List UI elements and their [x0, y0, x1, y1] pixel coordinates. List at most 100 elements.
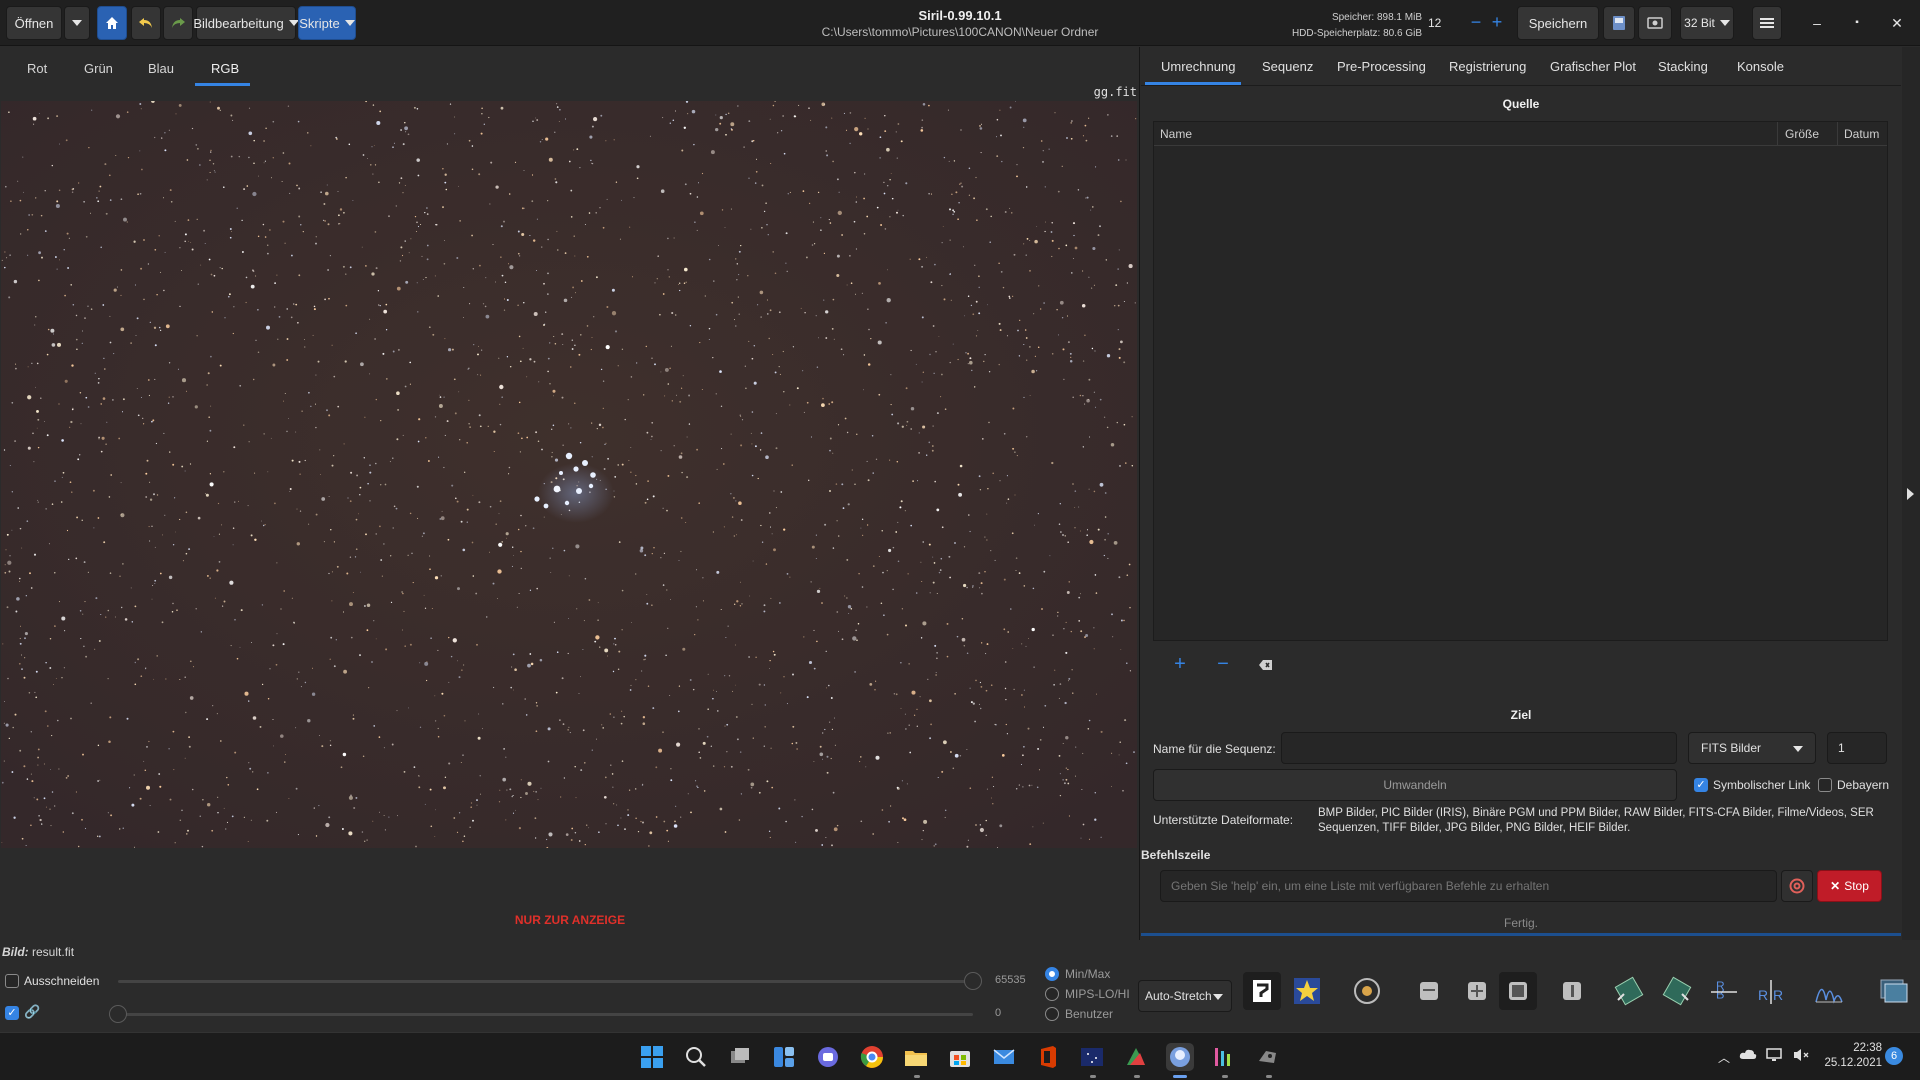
- tab-blue[interactable]: Blau: [148, 61, 174, 76]
- crop-checkbox[interactable]: [5, 974, 19, 988]
- save-as-button[interactable]: [1603, 6, 1635, 40]
- debayer-checkbox[interactable]: [1818, 778, 1832, 792]
- tab-stacking[interactable]: Stacking: [1658, 59, 1708, 74]
- onedrive-icon[interactable]: [1739, 1047, 1757, 1064]
- paint-app-icon[interactable]: [1122, 1043, 1150, 1071]
- widgets-icon[interactable]: [770, 1043, 798, 1071]
- search-icon[interactable]: [682, 1043, 710, 1071]
- chrome-icon[interactable]: [858, 1043, 886, 1071]
- open-recent-dropdown[interactable]: [64, 6, 90, 40]
- display-mode-3-icon[interactable]: [1499, 972, 1537, 1010]
- rotate-left-icon[interactable]: [1610, 972, 1648, 1010]
- image-info-icon[interactable]: [1875, 972, 1913, 1010]
- column-date[interactable]: Datum: [1844, 127, 1879, 141]
- display-mode-4-icon[interactable]: [1553, 972, 1591, 1010]
- star: [146, 745, 148, 748]
- link-checkbox[interactable]: ✓: [5, 1006, 19, 1020]
- column-size[interactable]: Größe: [1785, 127, 1819, 141]
- star: [571, 296, 573, 298]
- minimize-icon[interactable]: –: [1806, 12, 1828, 34]
- office-icon[interactable]: [1034, 1043, 1062, 1071]
- plus-icon[interactable]: +: [1487, 8, 1507, 38]
- devtools-icon[interactable]: [1210, 1043, 1238, 1071]
- teams-chat-icon[interactable]: [814, 1043, 842, 1071]
- false-color-icon[interactable]: [1288, 972, 1326, 1010]
- scripts-menu[interactable]: Skripte: [298, 6, 356, 40]
- tab-console[interactable]: Konsole: [1737, 59, 1784, 74]
- bit-depth-menu[interactable]: 32 Bit: [1680, 6, 1734, 40]
- radio-mips[interactable]: [1045, 987, 1059, 1001]
- low-slider-track[interactable]: [118, 1013, 973, 1016]
- save-button[interactable]: Speichern: [1517, 6, 1599, 40]
- star: [33, 123, 35, 125]
- collapse-panel-icon[interactable]: [1907, 488, 1914, 500]
- tab-plot[interactable]: Grafischer Plot: [1550, 59, 1636, 74]
- tab-green[interactable]: Grün: [84, 61, 113, 76]
- clear-list-icon[interactable]: [1254, 653, 1278, 677]
- radio-minmax[interactable]: [1045, 967, 1059, 981]
- chevron-up-icon[interactable]: ︿: [1718, 1049, 1730, 1066]
- disk-space: HDD-Speicherplatz: 80.6 GiB: [1291, 28, 1422, 39]
- mirror-y-icon[interactable]: RR: [1752, 972, 1790, 1010]
- display-mode-2-icon[interactable]: [1458, 972, 1496, 1010]
- convert-button[interactable]: Umwandeln: [1153, 769, 1677, 801]
- network-icon[interactable]: [1766, 1047, 1784, 1066]
- command-input[interactable]: [1160, 870, 1777, 902]
- stop-button[interactable]: ✕ Stop: [1817, 870, 1882, 902]
- high-slider-track[interactable]: [118, 980, 973, 983]
- tab-registration[interactable]: Registrierung: [1449, 59, 1526, 74]
- tab-sequence[interactable]: Sequenz: [1262, 59, 1313, 74]
- sequence-name-field[interactable]: [1281, 732, 1677, 764]
- low-slider-knob[interactable]: [109, 1005, 127, 1023]
- file-explorer-icon[interactable]: [902, 1043, 930, 1071]
- open-button[interactable]: Öffnen: [6, 6, 62, 40]
- snapshot-button[interactable]: [1638, 6, 1672, 40]
- column-name[interactable]: Name: [1160, 127, 1192, 141]
- task-view-icon[interactable]: [726, 1043, 754, 1071]
- radio-user[interactable]: [1045, 1007, 1059, 1021]
- tab-red[interactable]: Rot: [27, 61, 47, 76]
- star: [435, 809, 437, 811]
- astro-app-icon[interactable]: [1078, 1043, 1106, 1071]
- clock[interactable]: 22:38 25.12.2021: [1812, 1041, 1882, 1071]
- tab-conversion[interactable]: Umrechnung: [1161, 59, 1235, 74]
- negative-view-icon[interactable]: [1243, 972, 1281, 1010]
- mirror-x-icon[interactable]: RR: [1705, 972, 1743, 1010]
- remove-file-icon[interactable]: −: [1211, 653, 1235, 677]
- main-menu-button[interactable]: [1752, 6, 1782, 40]
- star-field-image[interactable]: [1, 101, 1137, 848]
- mail-icon[interactable]: [990, 1043, 1018, 1071]
- maximize-icon[interactable]: ▪: [1846, 12, 1868, 34]
- close-icon[interactable]: ✕: [1886, 12, 1908, 34]
- store-icon[interactable]: [946, 1043, 974, 1071]
- tab-preprocessing[interactable]: Pre-Processing: [1337, 59, 1426, 74]
- minus-icon[interactable]: −: [1466, 8, 1486, 38]
- start-index-field[interactable]: 1: [1827, 732, 1887, 764]
- redo-button[interactable]: [163, 6, 193, 40]
- source-file-list[interactable]: Name Größe Datum: [1153, 121, 1888, 641]
- star: [649, 831, 653, 835]
- undo-button[interactable]: [131, 6, 161, 40]
- home-button[interactable]: [97, 6, 127, 40]
- output-format-select[interactable]: FITS Bilder: [1688, 732, 1816, 764]
- stretch-mode-select[interactable]: Auto-Stretch: [1138, 980, 1232, 1012]
- windows-start-icon[interactable]: [638, 1043, 666, 1071]
- display-mode-1-icon[interactable]: [1410, 972, 1448, 1010]
- thread-count-input[interactable]: 12: [1428, 8, 1460, 38]
- siril-app-icon[interactable]: [1166, 1043, 1194, 1071]
- star: [355, 548, 358, 551]
- rotate-right-icon[interactable]: [1658, 972, 1696, 1010]
- speaker-muted-icon[interactable]: [1792, 1047, 1810, 1066]
- gimp-icon[interactable]: [1254, 1043, 1282, 1071]
- command-help-button[interactable]: [1781, 870, 1813, 902]
- star: [1, 842, 3, 843]
- histogram-icon[interactable]: [1810, 972, 1848, 1010]
- high-slider-knob[interactable]: [964, 972, 982, 990]
- tab-rgb[interactable]: RGB: [211, 61, 239, 76]
- image-processing-menu[interactable]: Bildbearbeitung: [193, 6, 299, 40]
- symlink-checkbox[interactable]: ✓: [1694, 778, 1708, 792]
- notification-badge[interactable]: 6: [1885, 1047, 1903, 1065]
- add-file-icon[interactable]: +: [1168, 653, 1192, 677]
- photometry-icon[interactable]: [1348, 972, 1386, 1010]
- star: [936, 412, 939, 415]
